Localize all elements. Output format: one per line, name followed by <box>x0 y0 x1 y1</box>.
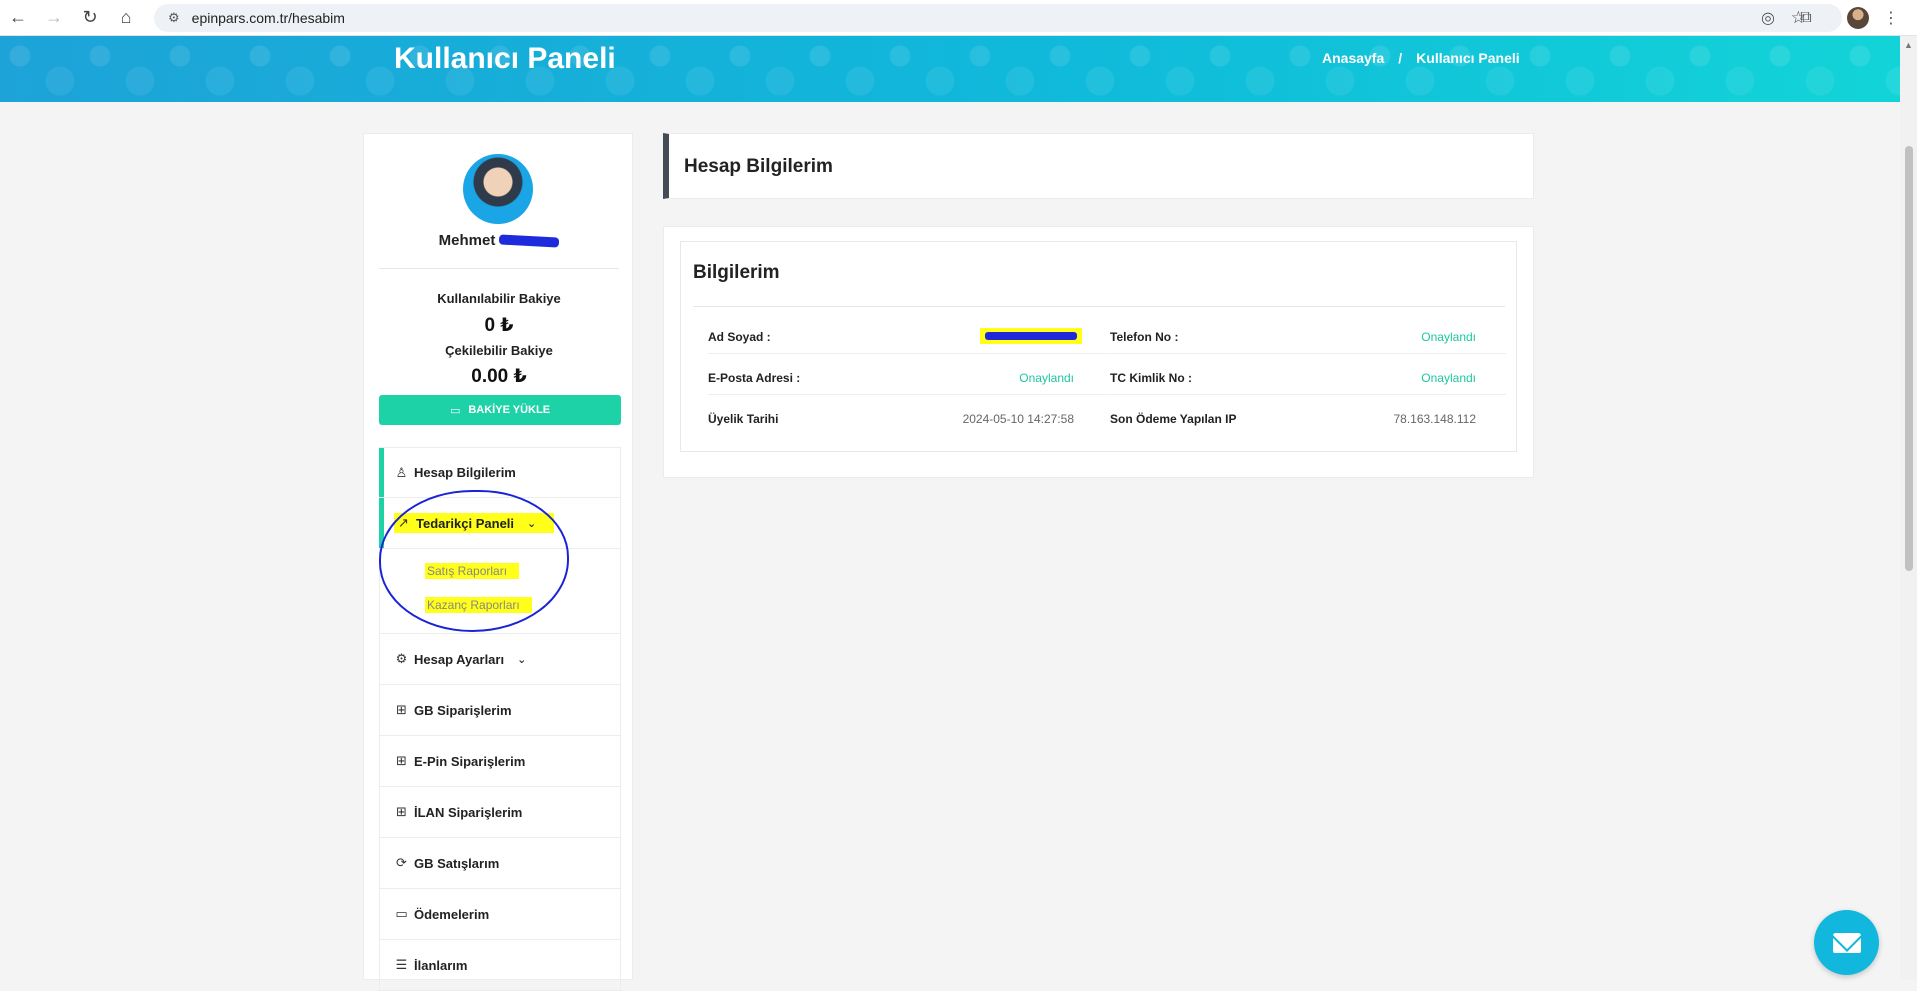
account-info-card: Bilgilerim Ad Soyad : Telefon No : Onayl… <box>663 226 1534 478</box>
scroll-thumb[interactable] <box>1905 146 1913 571</box>
sidebar-item-payments[interactable]: ▭ Ödemelerim <box>379 889 621 940</box>
user-icon: ♙ <box>395 464 408 480</box>
redaction-mark <box>499 234 560 248</box>
home-icon[interactable]: ⌂ <box>108 0 144 36</box>
phone-status: Onaylandı <box>1421 330 1476 344</box>
row-divider <box>708 394 1109 395</box>
gear-icon: ⚙ <box>395 651 408 666</box>
profile-first-name: Mehmet <box>438 232 496 249</box>
address-bar[interactable]: ⚙ epinpars.com.tr/hesabim ☆ <box>154 4 1842 32</box>
profile-avatar[interactable] <box>1846 6 1870 30</box>
gift-icon: ⊞ <box>396 804 407 819</box>
tc-status: Onaylandı <box>1421 371 1476 385</box>
sidebar-item-label: Hesap Bilgilerim <box>414 465 516 480</box>
breadcrumb-home-link[interactable]: Anasayfa <box>1322 50 1384 66</box>
sidebar-item-label: İLAN Siparişlerim <box>414 804 523 820</box>
member-since-value: 2024-05-10 14:27:58 <box>962 412 1074 426</box>
withdrawable-balance-label: Çekilebilir Bakiye <box>445 343 553 358</box>
name-label: Ad Soyad : <box>708 330 771 344</box>
divider <box>379 268 619 269</box>
email-status: Onaylandı <box>1019 371 1074 385</box>
page-title: Kullanıcı Paneli <box>394 42 616 75</box>
url-text: epinpars.com.tr/hesabim <box>191 10 345 26</box>
avatar <box>463 154 533 224</box>
sidebar-item-label: GB Siparişlerim <box>414 702 512 718</box>
sidebar-item-account-settings[interactable]: ⚙ Hesap Ayarları ⌄ <box>379 634 621 685</box>
available-balance-label: Kullanılabilir Bakiye <box>437 291 561 306</box>
card-title: Bilgilerim <box>693 262 780 283</box>
reload-icon[interactable]: ↻ <box>72 0 108 36</box>
annotation-circle <box>379 490 569 632</box>
page-banner: Kullanıcı Paneli Anasayfa / Kullanıcı Pa… <box>0 36 1900 102</box>
row-divider <box>1110 394 1506 395</box>
contact-mail-button[interactable] <box>1814 910 1879 975</box>
sidebar-item-label: E-Pin Siparişlerim <box>414 753 526 769</box>
sidebar-item-label: GB Satışlarım <box>414 855 500 871</box>
member-since-label: Üyelik Tarihi <box>708 412 779 426</box>
chevron-down-icon: ⌄ <box>517 653 527 666</box>
section-header: Hesap Bilgilerim <box>663 133 1534 199</box>
mail-icon <box>1832 932 1861 953</box>
email-label: E-Posta Adresi : <box>708 371 801 385</box>
sidebar-item-label: Hesap Ayarları <box>414 651 505 667</box>
sidebar-item-gb-orders[interactable]: ⊞ GB Siparişlerim <box>379 685 621 736</box>
load-balance-label: BAKİYE YÜKLE <box>468 404 551 416</box>
breadcrumb: Anasayfa / Kullanıcı Paneli <box>1322 50 1520 66</box>
browser-toolbar: ← → ↻ ⌂ ⚙ epinpars.com.tr/hesabim ☆ ◎ ⧉ … <box>0 0 1917 36</box>
puzzle-icon[interactable]: ⧉ <box>1794 6 1818 30</box>
credit-card-icon: ▭ <box>449 404 461 417</box>
sidebar-item-account-info[interactable]: ♙ Hesap Bilgilerim <box>379 447 621 498</box>
back-icon[interactable]: ← <box>0 0 36 36</box>
last-payment-ip-value: 78.163.148.112 <box>1393 412 1476 426</box>
sidebar-item-ilan-orders[interactable]: ⊞ İLAN Siparişlerim <box>379 787 621 838</box>
sidebar-item-label: İlanlarım <box>414 957 468 973</box>
available-balance-value: 0 ₺ <box>484 315 514 336</box>
sync-icon: ⟳ <box>396 855 407 870</box>
sidebar-item-gb-sales[interactable]: ⟳ GB Satışlarım <box>379 838 621 889</box>
tc-label: TC Kimlik No : <box>1110 371 1193 385</box>
section-title: Hesap Bilgilerim <box>684 156 833 177</box>
more-menu-icon[interactable]: ⋮ <box>1882 6 1900 30</box>
gift-icon: ⊞ <box>396 702 407 717</box>
breadcrumb-separator: / <box>1398 50 1403 66</box>
forward-icon[interactable]: → <box>36 0 72 36</box>
withdrawable-balance-value: 0.00 ₺ <box>471 366 527 387</box>
profile-name: Mehmet <box>364 232 634 249</box>
site-settings-icon[interactable]: ⚙ <box>168 10 180 26</box>
extension-icon[interactable]: ◎ <box>1756 6 1780 30</box>
breadcrumb-current: Kullanıcı Paneli <box>1416 50 1520 66</box>
divider <box>693 306 1505 307</box>
load-balance-button[interactable]: ▭ BAKİYE YÜKLE <box>379 395 621 425</box>
info-inner: Bilgilerim Ad Soyad : Telefon No : Onayl… <box>680 241 1517 452</box>
row-divider <box>1110 353 1506 354</box>
credit-card-icon: ▭ <box>395 906 408 921</box>
page-scrollbar[interactable]: ▲ <box>1900 36 1917 980</box>
list-icon: ☰ <box>395 957 408 972</box>
gift-icon: ⊞ <box>396 753 407 768</box>
phone-label: Telefon No : <box>1110 330 1179 344</box>
sidebar-item-listings[interactable]: ☰ İlanlarım <box>379 940 621 991</box>
sidebar-item-epin-orders[interactable]: ⊞ E-Pin Siparişlerim <box>379 736 621 787</box>
last-payment-ip-label: Son Ödeme Yapılan IP <box>1110 412 1237 426</box>
name-value-redacted <box>980 328 1082 344</box>
scroll-up-icon[interactable]: ▲ <box>1904 40 1913 50</box>
row-divider <box>708 353 1109 354</box>
sidebar-item-label: Ödemelerim <box>414 906 490 922</box>
